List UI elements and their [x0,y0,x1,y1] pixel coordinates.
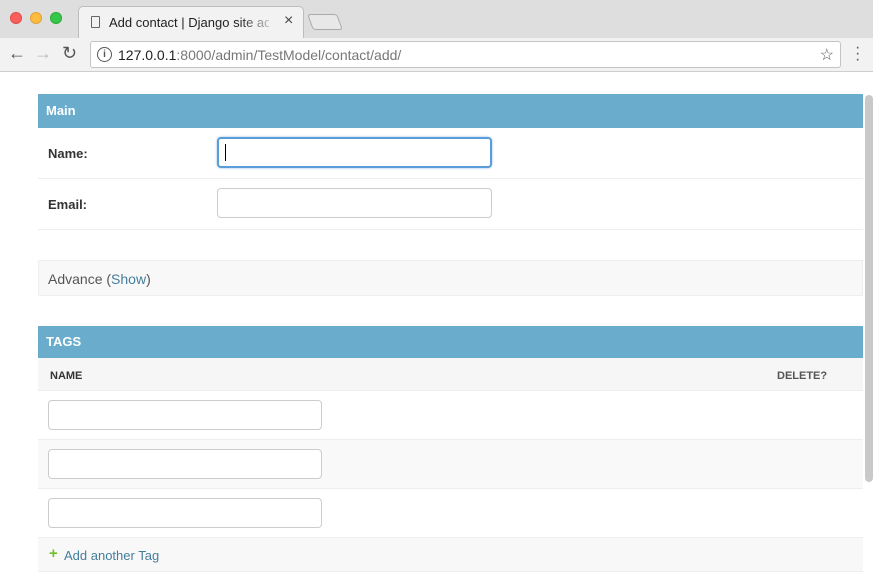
browser-menu-icon[interactable]: · · · [855,40,860,68]
advance-fieldset-header: Advance (Show) [38,260,863,296]
main-fieldset-header: Main [38,94,863,128]
name-input[interactable] [217,137,492,168]
minimize-window-button[interactable] [30,12,42,24]
bookmark-star-icon[interactable]: ☆ [820,45,834,65]
tag-name-input[interactable] [48,400,322,430]
browser-tab[interactable]: Add contact | Django site admin × [78,6,304,38]
add-plus-icon[interactable]: + [49,545,58,562]
tag-row [38,489,863,538]
advance-label: Advance ( [48,271,112,287]
maximize-window-button[interactable] [50,12,62,24]
tab-bar: Add contact | Django site admin × [0,0,873,38]
tag-name-input[interactable] [48,449,322,479]
page-content: Main Name: Email: Advance (Show) TAGS NA… [0,72,873,574]
delete-column-header: DELETE? [777,370,828,382]
name-label: Name: [48,146,88,161]
vertical-scrollbar[interactable] [865,95,873,482]
tags-inline-header: TAGS [38,326,863,358]
tab-close-icon[interactable]: × [284,12,293,30]
tag-row [38,440,863,489]
email-input[interactable] [217,188,492,218]
back-icon[interactable]: ← [8,43,26,64]
tags-column-headers: NAME DELETE? [38,358,863,391]
address-bar[interactable]: i 127.0.0.1:8000/admin/TestModel/contact… [90,41,841,68]
reload-icon[interactable]: ↻ [62,43,77,64]
add-another-tag-link[interactable]: Add another Tag [64,548,159,563]
show-advance-link[interactable]: Show [111,271,146,287]
tag-row [38,391,863,440]
add-another-tag-row[interactable]: + Add another Tag [38,538,863,572]
info-icon[interactable]: i [97,47,112,62]
new-tab-button[interactable] [307,14,343,30]
browser-toolbar: ← → ↻ i 127.0.0.1:8000/admin/TestModel/c… [0,38,873,72]
form-row-email: Email: [38,179,863,230]
page-icon [91,16,100,28]
email-label: Email: [48,197,88,212]
name-column-header: NAME [50,370,83,382]
forward-icon[interactable]: → [34,43,52,64]
tag-name-input[interactable] [48,498,322,528]
close-window-button[interactable] [10,12,22,24]
text-caret [225,144,226,161]
url-text[interactable]: 127.0.0.1:8000/admin/TestModel/contact/a… [118,47,401,63]
form-row-name: Name: [38,128,863,179]
